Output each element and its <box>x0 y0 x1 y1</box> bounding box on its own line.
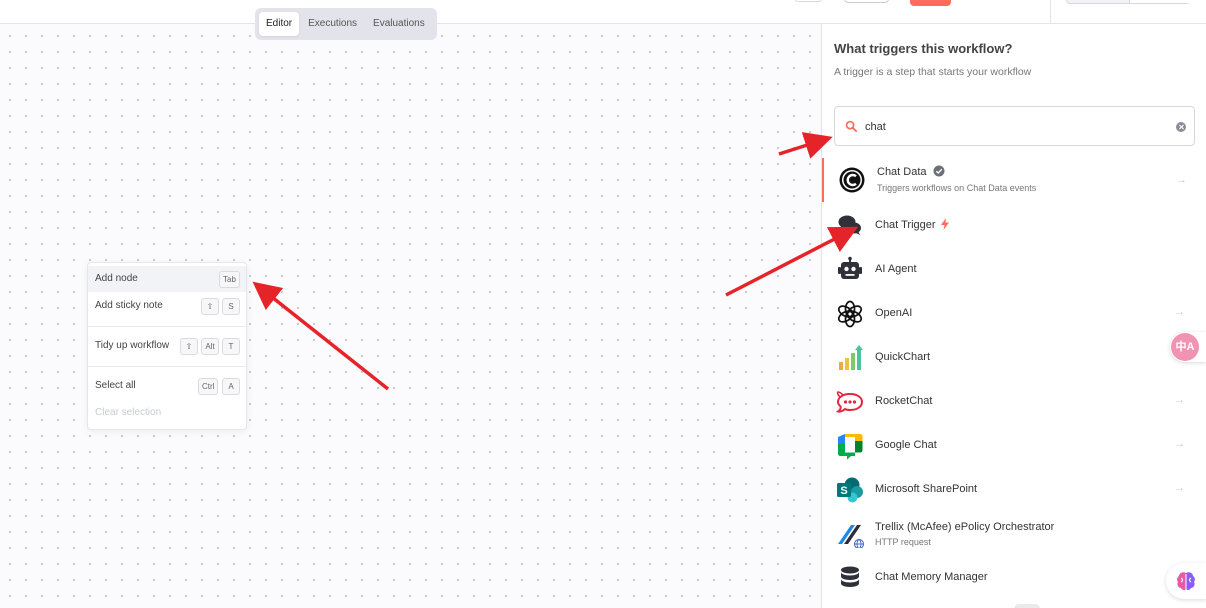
alt-key: Alt <box>201 338 219 355</box>
node-name: Google Chat <box>875 439 937 451</box>
translate-widget[interactable]: 中A <box>1170 332 1206 362</box>
panel-title: What triggers this workflow? <box>834 41 1013 56</box>
menu-item-label: Add node <box>95 273 138 284</box>
node-item-openai[interactable]: OpenAI → <box>822 292 1206 336</box>
node-item-chat-trigger[interactable]: Chat Trigger <box>822 204 1206 248</box>
verified-icon <box>933 165 945 177</box>
shift-key: ⇧ <box>201 298 219 315</box>
menu-divider <box>88 326 246 327</box>
tab-executions[interactable]: Executions <box>301 12 364 36</box>
header-button[interactable] <box>844 0 889 3</box>
rocketchat-logo-icon <box>836 391 864 413</box>
node-name: AI Agent <box>875 263 917 275</box>
arrow-right-icon: → <box>1174 438 1185 450</box>
node-item-microsoft-sharepoint[interactable]: S Microsoft SharePoint → <box>822 468 1206 512</box>
menu-item-add-sticky-note[interactable]: Add sticky note ⇧ S <box>88 293 246 319</box>
svg-text:S: S <box>840 485 847 497</box>
shortcut-key: A <box>222 378 240 395</box>
google-chat-logo-icon <box>838 434 863 460</box>
search-input[interactable] <box>865 117 1165 137</box>
trellix-logo-icon <box>838 525 864 548</box>
menu-item-clear-selection: Clear selection <box>88 400 246 426</box>
node-name: Chat Data <box>877 166 927 178</box>
sharepoint-logo-icon: S <box>837 477 863 503</box>
primary-header-button[interactable] <box>910 0 951 6</box>
node-search-box[interactable] <box>834 106 1195 146</box>
node-name: RocketChat <box>875 395 933 407</box>
menu-item-label: Tidy up workflow <box>95 340 170 351</box>
ctrl-key: Ctrl <box>198 378 219 395</box>
menu-item-label: Clear selection <box>95 407 162 418</box>
node-name: Trellix (McAfee) ePolicy Orchestrator <box>875 521 1055 533</box>
menu-item-label: Add sticky note <box>95 300 163 311</box>
top-bar <box>0 0 1206 24</box>
panel-subtitle: A trigger is a step that starts your wor… <box>834 66 1032 78</box>
node-item-trellix[interactable]: Trellix (McAfee) ePolicy Orchestrator HT… <box>822 512 1206 556</box>
node-description: HTTP request <box>875 537 931 547</box>
node-name: QuickChart <box>875 351 931 363</box>
next-item-peek <box>1014 604 1040 608</box>
node-item-chat-data[interactable]: Chat Data Triggers workflows on Chat Dat… <box>822 158 1206 202</box>
view-tabs: Editor Executions Evaluations <box>255 8 437 40</box>
menu-item-select-all[interactable]: Select all Ctrl A <box>88 373 246 399</box>
assistant-widget[interactable] <box>1166 563 1206 599</box>
database-icon <box>841 566 859 587</box>
shortcut-key: T <box>222 338 240 355</box>
menu-item-add-node[interactable]: Add node Tab <box>88 266 246 292</box>
tab-editor[interactable]: Editor <box>259 12 300 36</box>
node-item-chat-memory-manager[interactable]: Chat Memory Manager <box>822 556 1206 600</box>
node-description: Triggers workflows on Chat Data events <box>877 183 1037 193</box>
arrow-right-icon: → <box>1174 482 1185 494</box>
openai-logo-icon <box>837 300 863 328</box>
arrow-right-icon: → <box>1174 306 1185 318</box>
quickchart-logo-icon <box>839 345 863 370</box>
chat-bubbles-icon <box>838 215 861 235</box>
header-button[interactable] <box>795 0 822 2</box>
translate-icon: 中A <box>1171 333 1199 361</box>
brain-icon <box>1177 572 1195 591</box>
menu-item-label: Select all <box>95 380 136 391</box>
search-icon <box>845 120 858 133</box>
canvas-context-menu: Add node Tab Add sticky note ⇧ S Tidy up… <box>87 262 247 430</box>
node-item-ai-agent[interactable]: AI Agent <box>822 248 1206 292</box>
node-creator-panel: What triggers this workflow? A trigger i… <box>821 24 1206 608</box>
node-item-quickchart[interactable]: QuickChart <box>822 336 1206 380</box>
menu-item-tidy-up-workflow[interactable]: Tidy up workflow ⇧ Alt T <box>88 333 246 359</box>
node-name: Chat Trigger <box>875 219 936 231</box>
clear-search-icon[interactable] <box>1176 122 1186 132</box>
node-name: Microsoft SharePoint <box>875 483 978 495</box>
bolt-icon <box>941 218 949 230</box>
shift-key: ⇧ <box>180 338 198 355</box>
node-name: Chat Memory Manager <box>875 571 988 583</box>
node-item-google-chat[interactable]: Google Chat → <box>822 424 1206 468</box>
divider <box>1050 0 1051 24</box>
tab-evaluations[interactable]: Evaluations <box>366 12 432 36</box>
segmented-toggle[interactable] <box>1066 0 1192 4</box>
node-item-rocketchat[interactable]: RocketChat → <box>822 380 1206 424</box>
arrow-right-icon: → <box>1174 394 1185 406</box>
shortcut-key: Tab <box>219 271 240 288</box>
robot-icon <box>838 256 862 279</box>
arrow-right-icon: → <box>1176 174 1187 186</box>
chat-data-logo-icon <box>839 167 865 193</box>
node-name: OpenAI <box>875 307 913 319</box>
menu-divider <box>88 366 246 367</box>
shortcut-key: S <box>222 298 240 315</box>
